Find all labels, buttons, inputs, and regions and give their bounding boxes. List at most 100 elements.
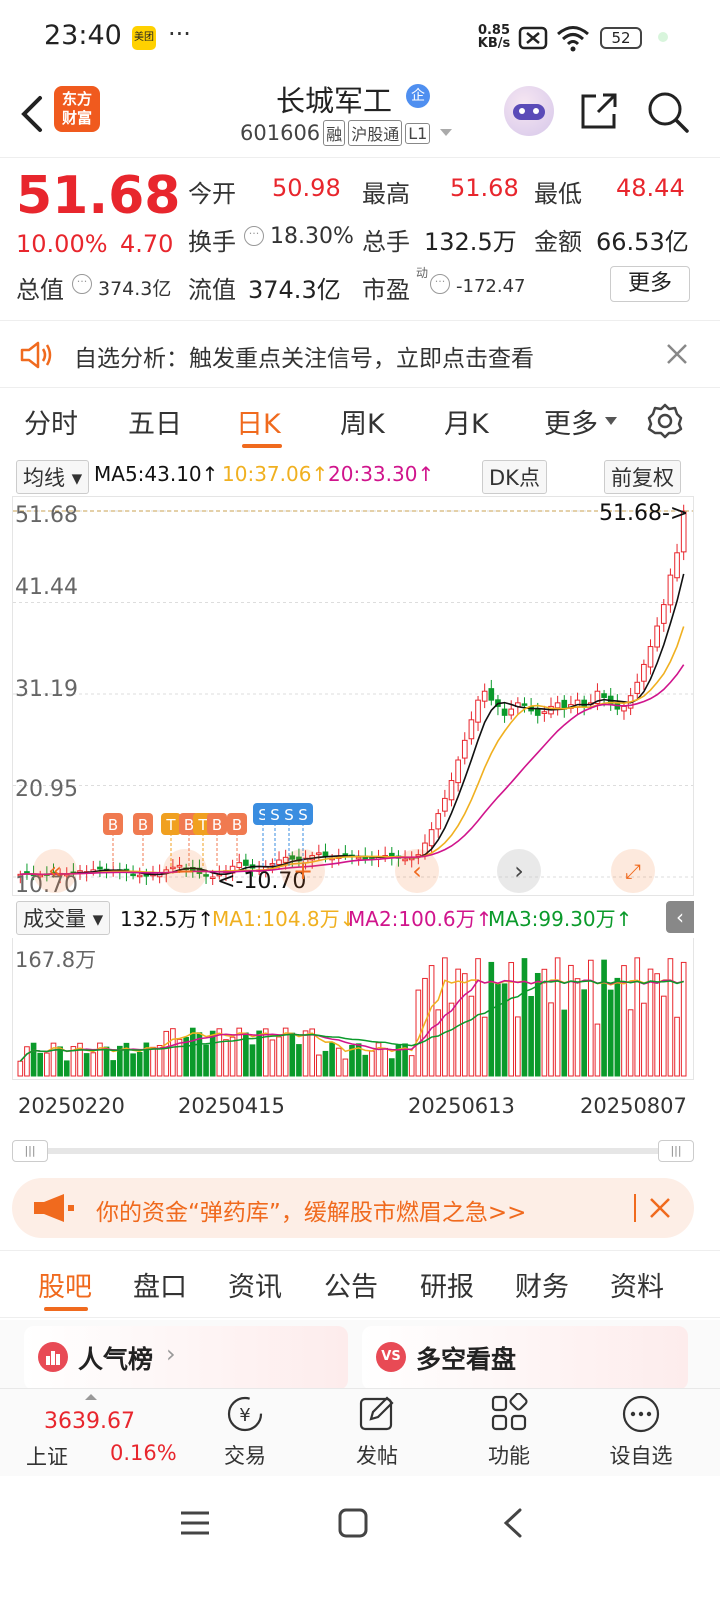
- signal-label: S: [284, 806, 294, 824]
- zoom-out-icon[interactable]: −: [163, 849, 207, 893]
- bull-bear-card[interactable]: VS 多空看盘: [362, 1326, 688, 1390]
- share-icon[interactable]: [578, 90, 620, 132]
- float-cap-value: 374.3亿: [248, 276, 341, 304]
- chevron-left-icon[interactable]: ‹: [395, 849, 439, 893]
- volume-bar: [203, 1044, 209, 1077]
- change-percent: 10.00%: [16, 230, 108, 258]
- status-dot: [658, 32, 668, 42]
- volume-bar: [647, 968, 654, 1077]
- volume-max-label: 167.8万: [15, 948, 97, 972]
- market-cap-value: 374.3亿: [98, 278, 172, 300]
- status-bar: 23:40 美团 ··· 0.85 KB/s 52: [0, 0, 720, 76]
- more-quote-button[interactable]: 更多: [610, 266, 690, 302]
- ma20-text: 20:33.30: [328, 462, 418, 486]
- market-cap-label: 总值: [16, 276, 64, 304]
- tab-announcements[interactable]: 公告: [324, 1265, 378, 1304]
- trade-button[interactable]: ¥ 交易: [190, 1393, 300, 1470]
- candle-body: [534, 708, 541, 716]
- candle-body: [435, 813, 442, 830]
- volume-bar: [448, 1002, 455, 1077]
- low-value: 48.44: [616, 174, 685, 202]
- volume-selector[interactable]: 成交量 ▾: [16, 901, 111, 935]
- tab-orderbook[interactable]: 盘口: [133, 1265, 187, 1304]
- candle-body: [97, 866, 103, 870]
- range-scroller[interactable]: ||| |||: [12, 1140, 694, 1162]
- signal-label: T: [197, 816, 208, 834]
- date-tick: 20250415: [178, 1094, 285, 1118]
- volume-legend: 成交量 ▾ 132.5万↑ MA1:104.8万↓ MA2:100.6万↑ MA…: [0, 899, 720, 935]
- tab-weekly-k[interactable]: 周K: [340, 402, 385, 441]
- candle-body: [634, 681, 641, 694]
- collapse-panel-icon[interactable]: ‹: [666, 901, 694, 933]
- back-nav-icon[interactable]: [498, 1506, 528, 1540]
- candle-body: [448, 780, 455, 801]
- close-icon[interactable]: [648, 1196, 672, 1220]
- bottom-toolbar: 3639.67 上证 0.16% ¥ 交易 发帖 功能 设自选: [0, 1388, 720, 1476]
- popular-card[interactable]: 人气榜 ›: [24, 1326, 348, 1390]
- volume-bar: [515, 1016, 521, 1077]
- chevron-right-icon[interactable]: ›: [497, 849, 541, 893]
- tab-more[interactable]: 更多: [544, 402, 598, 441]
- k-line-chart[interactable]: BBTBTBBSSSS 51.68 41.44 31.19 20.95 10.7…: [12, 496, 694, 898]
- fullscreen-icon[interactable]: ⤢: [611, 849, 655, 893]
- y-tick-label: 41.44: [15, 575, 78, 600]
- info-icon[interactable]: ···: [430, 274, 450, 294]
- tab-daily-k[interactable]: 日K: [236, 402, 281, 441]
- post-button[interactable]: 发帖: [322, 1393, 432, 1470]
- info-icon[interactable]: ···: [244, 226, 264, 246]
- volume-bar: [249, 1044, 256, 1077]
- tab-financials[interactable]: 财务: [515, 1265, 569, 1304]
- promo-banner[interactable]: 你的资金“弹药库”，缓解股市燃眉之急>>: [12, 1178, 694, 1238]
- content-tabs: 股吧 盘口 资讯 公告 研报 财务 资料: [0, 1250, 720, 1318]
- tab-forum[interactable]: 股吧: [38, 1265, 92, 1304]
- zoom-in-icon[interactable]: +: [281, 849, 325, 893]
- tab-monthly-k[interactable]: 月K: [444, 402, 489, 441]
- eastmoney-logo[interactable]: 东方 财富: [54, 86, 100, 132]
- dk-point-button[interactable]: DK点: [482, 460, 547, 494]
- functions-button[interactable]: 功能: [454, 1392, 564, 1470]
- info-icon[interactable]: ···: [72, 274, 92, 294]
- search-icon[interactable]: [646, 90, 690, 134]
- signal-label: B: [108, 816, 118, 834]
- gear-icon[interactable]: [646, 402, 684, 440]
- scroller-left-handle[interactable]: |||: [12, 1140, 48, 1162]
- signal-label: S: [270, 806, 280, 824]
- volume-chart[interactable]: 167.8万: [12, 938, 694, 1080]
- vol-ma2: MA2:100.6万↑: [348, 907, 493, 931]
- tab-five-day[interactable]: 五日: [128, 402, 182, 441]
- adjust-button[interactable]: 前复权: [604, 460, 681, 494]
- scroller-right-handle[interactable]: |||: [658, 1140, 694, 1162]
- add-watchlist-button[interactable]: 设自选: [586, 1393, 696, 1470]
- home-icon[interactable]: [336, 1506, 370, 1540]
- y-tick-label: 31.19: [15, 677, 78, 702]
- dropdown-icon[interactable]: [436, 126, 456, 140]
- logo-line2: 财富: [61, 109, 92, 127]
- volume-bar: [667, 958, 674, 1077]
- volume-label: 总手: [362, 228, 410, 256]
- amount-value: 66.53亿: [596, 228, 689, 256]
- float-cap-label: 流值: [188, 276, 236, 304]
- signal-label: B: [212, 816, 222, 834]
- tab-intraday[interactable]: 分时: [24, 402, 78, 441]
- candle-body: [475, 699, 481, 723]
- ma-selector[interactable]: 均线 ▾: [16, 460, 90, 494]
- menu-icon[interactable]: [178, 1508, 212, 1538]
- date-tick: 20250220: [18, 1094, 125, 1118]
- ai-assistant-icon[interactable]: [504, 86, 554, 136]
- volume-bar: [428, 965, 435, 1077]
- tab-news[interactable]: 资讯: [228, 1265, 282, 1304]
- scroll-left-icon[interactable]: «: [33, 849, 77, 893]
- battery-icon: 52: [600, 27, 642, 49]
- candle-body: [654, 625, 660, 648]
- tab-profile[interactable]: 资料: [610, 1265, 664, 1304]
- volume-bar: [269, 1039, 276, 1077]
- functions-label: 功能: [488, 1444, 530, 1468]
- candle-body: [508, 708, 515, 716]
- index-ticker[interactable]: 3639.67 上证 0.16%: [24, 1393, 184, 1473]
- tab-research[interactable]: 研报: [420, 1265, 474, 1304]
- back-icon[interactable]: [16, 94, 46, 134]
- notice-bar[interactable]: 自选分析：触发重点关注信号，立即点击查看: [0, 320, 720, 388]
- candle-body: [521, 703, 528, 706]
- stock-name: 长城军工: [276, 84, 393, 118]
- close-icon[interactable]: [664, 341, 690, 367]
